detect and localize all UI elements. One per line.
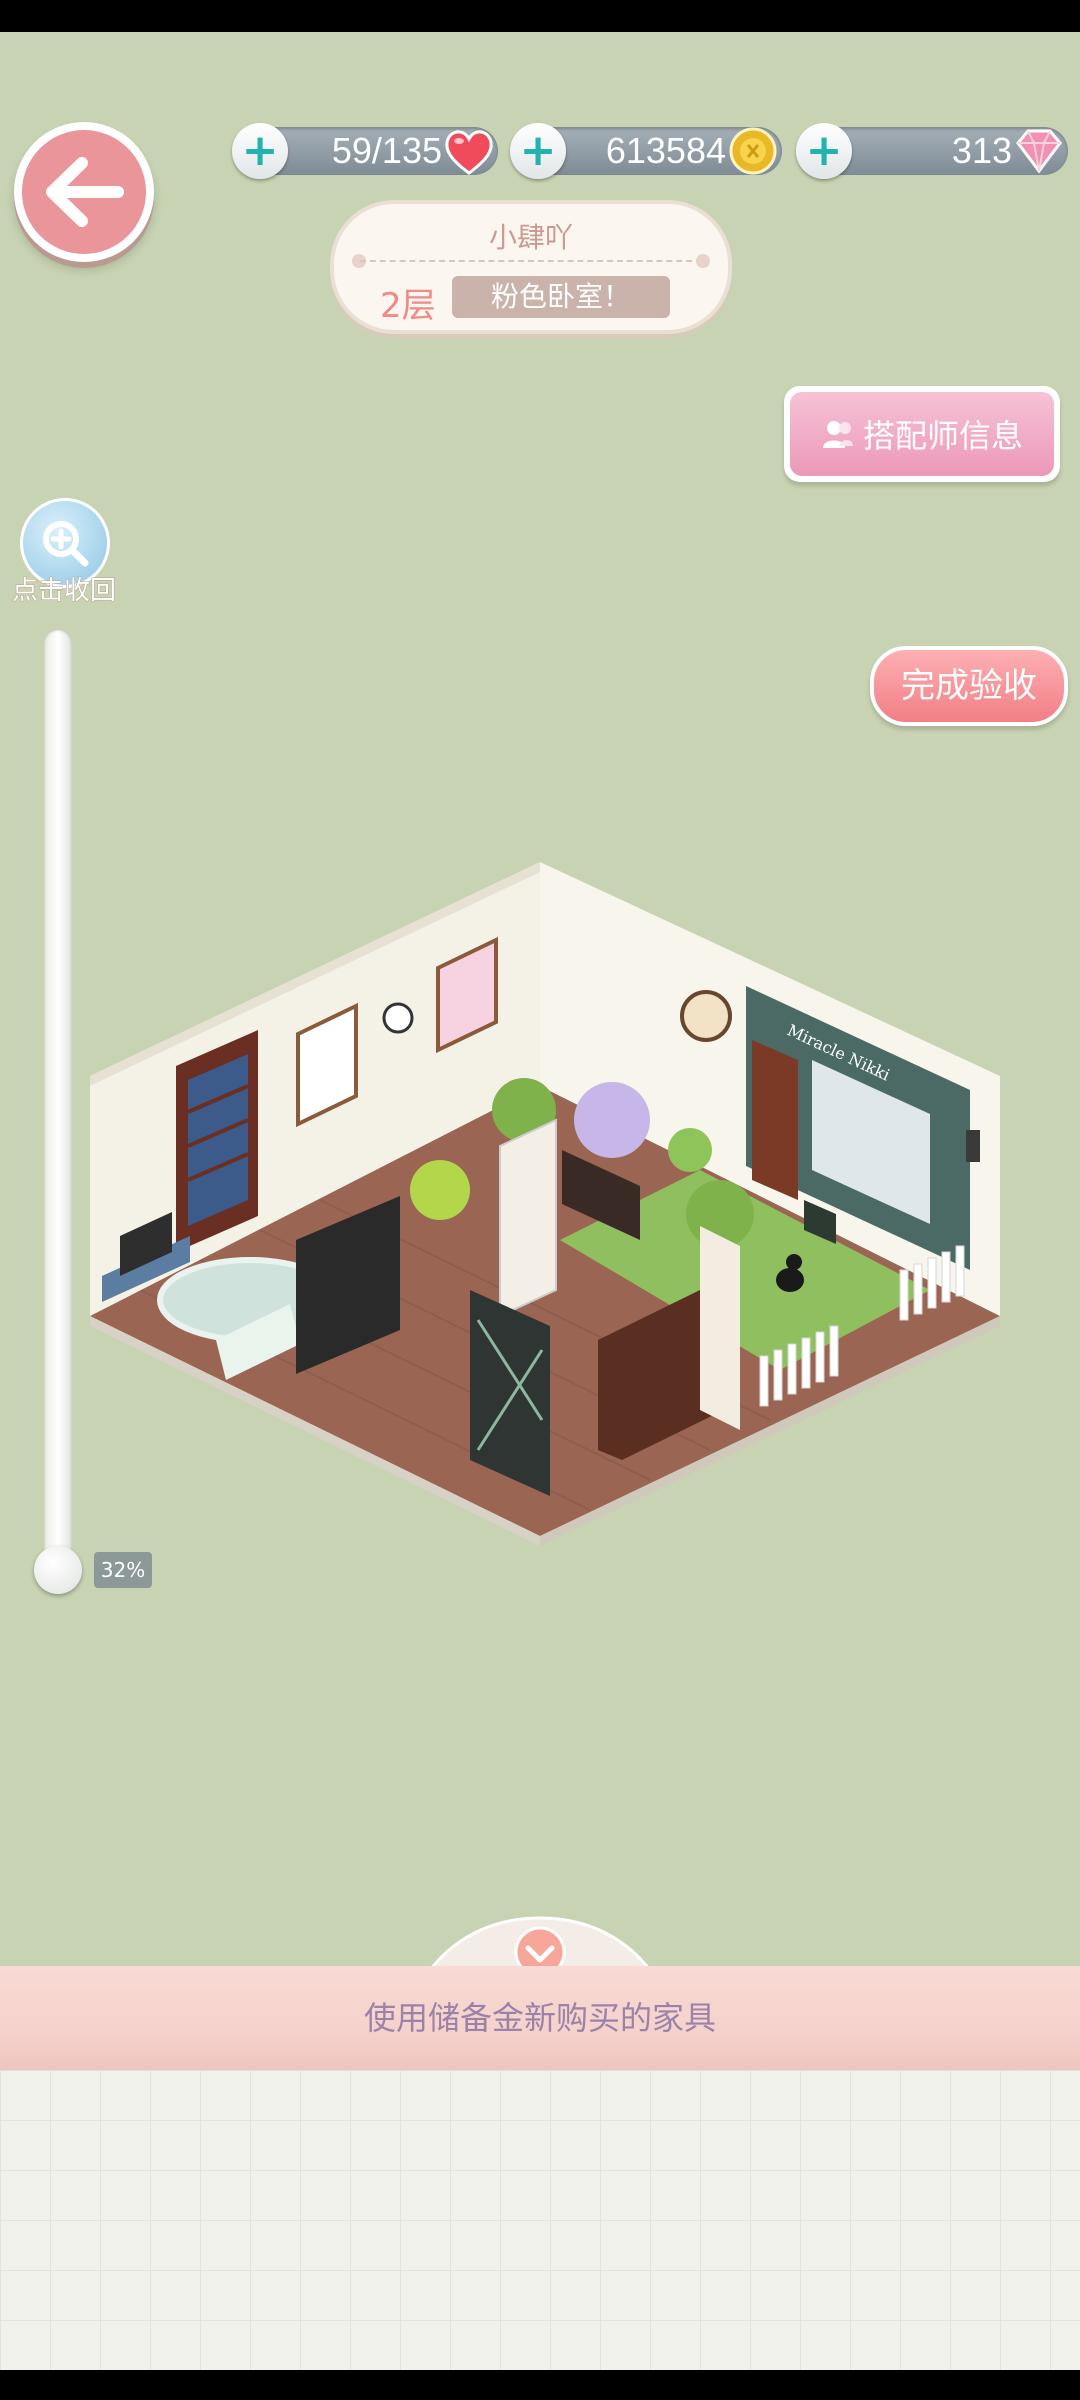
add-stamina-button[interactable]: + xyxy=(232,123,288,179)
furniture-panel-grid xyxy=(0,2070,1080,2370)
player-name: 小肆吖 xyxy=(488,221,573,254)
status-bar xyxy=(0,0,1080,32)
back-button[interactable] xyxy=(14,122,154,262)
users-icon xyxy=(822,421,853,448)
shop-door xyxy=(752,1040,798,1200)
wall-clock xyxy=(382,1002,414,1034)
back-arrow-icon xyxy=(22,130,146,254)
gems-bar: + 313 xyxy=(796,123,1068,179)
wall-lantern xyxy=(966,1130,980,1162)
fridge xyxy=(499,1118,557,1318)
designer-info-button[interactable]: 搭配师信息 xyxy=(784,386,1060,482)
room-info-plate: 小肆吖 2层 粉色卧室！ xyxy=(330,200,732,334)
heart-icon xyxy=(445,130,493,175)
coins-value: 613584 xyxy=(605,130,726,171)
lattice-partition xyxy=(470,1290,550,1496)
zoom-level-badge: 32% xyxy=(94,1552,152,1588)
zoom-slider-thumb[interactable] xyxy=(34,1546,82,1594)
round-wall-clock xyxy=(680,990,732,1042)
diamond-icon xyxy=(1016,129,1062,174)
room-name-label: 粉色卧室！ xyxy=(452,276,670,318)
black-cat-head xyxy=(786,1254,802,1270)
complete-inspection-button[interactable]: 完成验收 xyxy=(870,646,1068,726)
furniture-purchase-banner: 使用储备金新购买的家具 xyxy=(0,1966,1080,2070)
coins-bar: + 613584 xyxy=(510,123,782,179)
plate-dot-right xyxy=(696,254,710,268)
coin-icon xyxy=(729,127,777,175)
black-cat xyxy=(776,1268,804,1292)
entrance-pillar xyxy=(700,1226,740,1430)
zoom-slider-track[interactable] xyxy=(44,630,72,1570)
stamina-bar: + 59/135 xyxy=(232,123,498,179)
plant-4 xyxy=(668,1128,712,1172)
panel-toggle-button[interactable] xyxy=(420,1912,660,1972)
add-gems-button[interactable]: + xyxy=(796,123,852,179)
stamina-value: 59/135 xyxy=(331,130,442,171)
plate-divider xyxy=(360,260,702,262)
zoom-in-icon xyxy=(43,521,89,567)
gems-value: 313 xyxy=(951,130,1012,171)
plant-2 xyxy=(410,1160,470,1220)
floor-label: 2层 xyxy=(380,286,436,326)
flower-display xyxy=(574,1082,650,1158)
add-coins-button[interactable]: + xyxy=(510,123,566,179)
navigation-bar xyxy=(0,2370,1080,2400)
zoom-collapse-label: 点击收回 xyxy=(11,576,116,607)
designer-info-label: 搭配师信息 xyxy=(862,417,1023,455)
